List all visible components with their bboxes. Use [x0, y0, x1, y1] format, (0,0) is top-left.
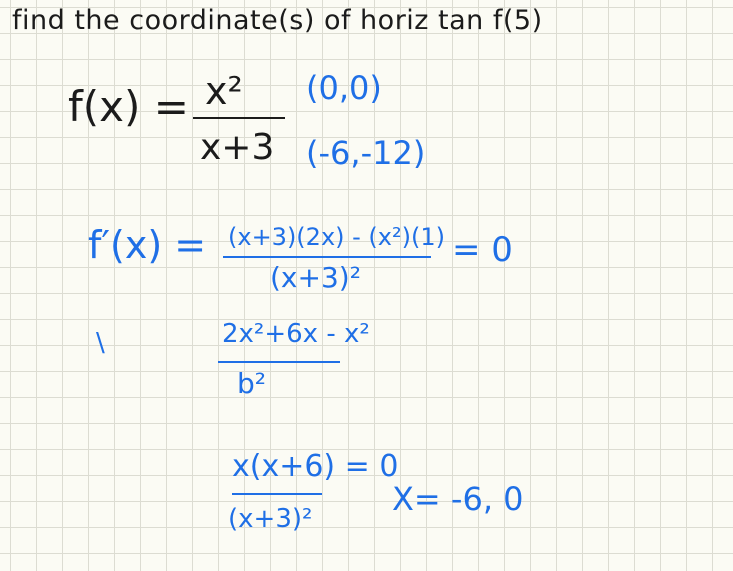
function-denominator: x+3 [200, 127, 275, 168]
function-fraction-bar [193, 117, 285, 119]
stray-pen-mark: \ [96, 328, 105, 358]
solution: X= -6, 0 [392, 480, 524, 518]
function-lhs: f(x) = [68, 82, 189, 131]
notebook-page: { "title": "find the coordinate(s) of ho… [0, 0, 733, 571]
step3-numerator: x(x+6) = 0 [232, 449, 399, 484]
step2-fraction-bar [218, 361, 340, 363]
point-origin: (0,0) [306, 69, 382, 107]
derivative-lhs: f′(x) = [88, 223, 207, 267]
derivative-fraction-bar [223, 256, 431, 258]
derivative-denominator: (x+3)² [270, 261, 361, 294]
step3-fraction-bar [232, 493, 322, 495]
step2-denominator: b² [237, 367, 266, 400]
derivative-numerator: (x+3)(2x) - (x²)(1) [228, 223, 445, 251]
step2-numerator: 2x²+6x - x² [222, 319, 370, 349]
derivative-equals-zero: = 0 [452, 230, 513, 270]
step3-denominator: (x+3)² [228, 504, 313, 534]
page-title: find the coordinate(s) of horiz tan f(5) [12, 5, 543, 36]
function-numerator: x² [205, 69, 243, 113]
point-second: (-6,-12) [306, 134, 426, 172]
